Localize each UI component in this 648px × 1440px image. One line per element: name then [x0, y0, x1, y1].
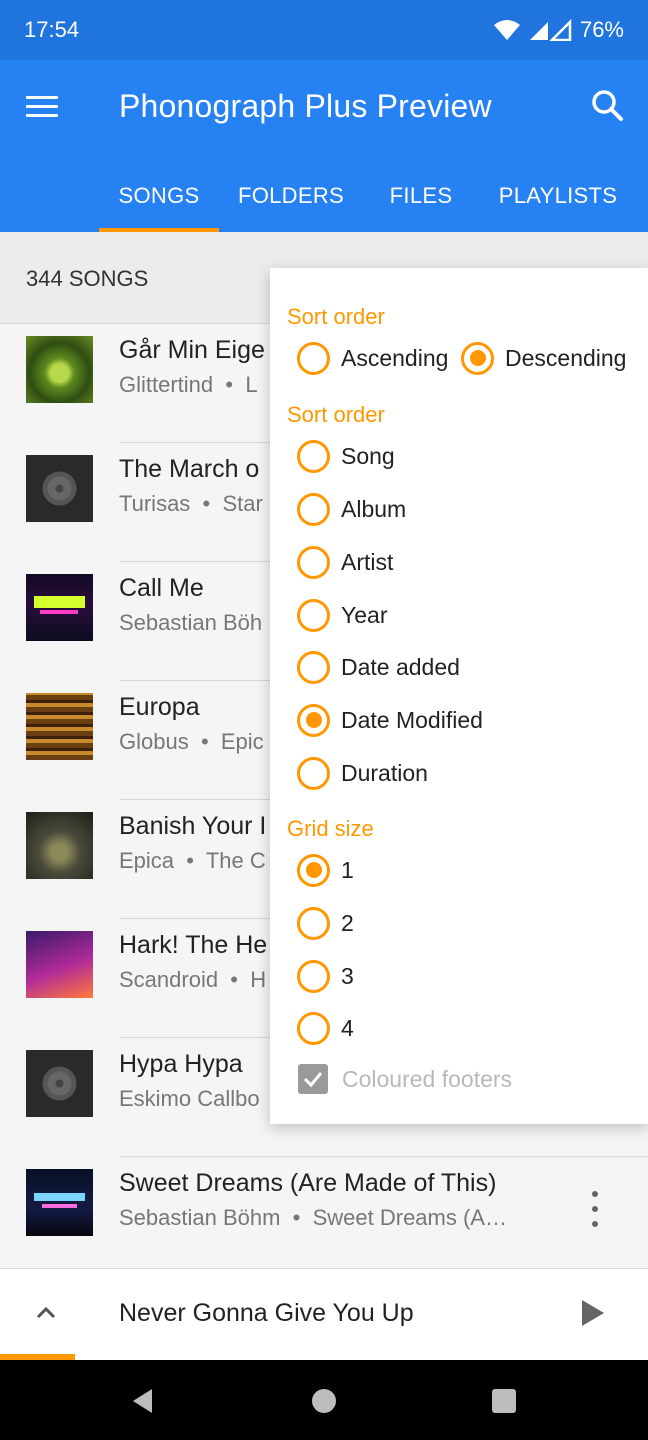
- song-title: Hypa Hypa: [119, 1050, 243, 1078]
- chevron-up-icon[interactable]: [32, 1299, 60, 1327]
- radio-label: Duration: [341, 759, 428, 786]
- album-art: [26, 1169, 93, 1236]
- wifi-icon: [493, 19, 520, 41]
- home-icon[interactable]: [309, 1386, 339, 1416]
- song-title: Går Min Eige: [119, 336, 265, 364]
- radio-button[interactable]: [297, 492, 330, 526]
- radio-button[interactable]: [297, 439, 330, 473]
- app-title: Phonograph Plus Preview: [119, 88, 492, 124]
- cell-signal-icon: [528, 19, 572, 41]
- radio-grid-3[interactable]: 3: [297, 956, 354, 996]
- section-sort-by: Sort order: [287, 402, 385, 427]
- system-nav-bar: [0, 1360, 648, 1440]
- checkbox-coloured-footers: Coloured footers: [298, 1064, 512, 1094]
- back-icon[interactable]: [128, 1386, 158, 1416]
- radio-button[interactable]: [297, 545, 330, 579]
- album-art: [26, 574, 93, 641]
- radio-sort-album[interactable]: Album: [297, 489, 406, 529]
- song-title: Call Me: [119, 574, 204, 602]
- song-subtitle: Scandroid • H: [119, 967, 267, 992]
- status-bar: 17:54 76%: [0, 0, 648, 60]
- search-icon[interactable]: [590, 88, 630, 128]
- radio-descending[interactable]: Descending: [461, 338, 626, 378]
- status-time: 17:54: [24, 17, 80, 42]
- song-subtitle: Turisas • Star: [119, 491, 263, 516]
- radio-sort-date-added[interactable]: Date added: [297, 647, 460, 687]
- song-title: Banish Your I: [119, 812, 267, 840]
- battery-level: 76%: [579, 17, 624, 42]
- radio-grid-1[interactable]: 1: [297, 850, 354, 890]
- play-icon[interactable]: [576, 1297, 608, 1329]
- radio-sort-date-modified[interactable]: Date Modified: [297, 700, 483, 740]
- radio-label: 4: [341, 1014, 354, 1041]
- section-grid-size: Grid size: [287, 816, 374, 841]
- radio-sort-artist[interactable]: Artist: [297, 542, 393, 582]
- radio-sort-duration[interactable]: Duration: [297, 753, 428, 793]
- song-subtitle: Sebastian Böhm • Sweet Dreams (A…: [119, 1205, 507, 1230]
- radio-button[interactable]: [297, 1011, 330, 1045]
- section-sort-direction: Sort order: [287, 304, 385, 329]
- song-title: Hark! The He: [119, 931, 268, 959]
- radio-grid-4[interactable]: 4: [297, 1008, 354, 1048]
- radio-sort-year[interactable]: Year: [297, 595, 387, 635]
- now-playing-bar[interactable]: Never Gonna Give You Up: [0, 1268, 648, 1360]
- radio-button[interactable]: [297, 959, 330, 993]
- checkbox-label: Coloured footers: [342, 1065, 513, 1092]
- tab-songs[interactable]: SONGS: [99, 160, 219, 232]
- checkbox-checked-icon: [298, 1064, 328, 1094]
- radio-label: Descending: [505, 344, 627, 371]
- tab-bar: SONGS FOLDERS FILES PLAYLISTS: [0, 160, 648, 232]
- radio-label: Album: [341, 495, 407, 522]
- radio-grid-2[interactable]: 2: [297, 903, 354, 943]
- tab-folders[interactable]: FOLDERS: [232, 160, 350, 232]
- radio-button-checked[interactable]: [461, 341, 494, 375]
- song-title: The March o: [119, 455, 260, 483]
- album-art-placeholder: [26, 455, 93, 522]
- radio-label: Ascending: [341, 344, 449, 371]
- song-row[interactable]: Sweet Dreams (Are Made of This) Sebastia…: [0, 1157, 648, 1268]
- album-art-placeholder: [26, 1050, 93, 1117]
- radio-ascending[interactable]: Ascending: [297, 338, 448, 378]
- radio-label: 1: [341, 856, 354, 883]
- album-art: [26, 931, 93, 998]
- more-options-icon[interactable]: [585, 1191, 605, 1227]
- radio-button-checked[interactable]: [297, 703, 330, 737]
- radio-label: Year: [341, 601, 388, 628]
- album-art: [26, 336, 93, 403]
- app-bar: Phonograph Plus Preview SONGS FOLDERS FI…: [0, 60, 648, 232]
- radio-button-checked[interactable]: [297, 853, 330, 887]
- album-art: [26, 693, 93, 760]
- radio-label: Date Modified: [341, 706, 483, 733]
- song-count: 344 SONGS: [26, 266, 149, 291]
- song-subtitle: Globus • Epic: [119, 729, 264, 754]
- radio-label: Date added: [341, 653, 460, 680]
- radio-button[interactable]: [297, 341, 330, 375]
- sort-popup-menu: Sort order Ascending Descending Sort ord…: [270, 268, 648, 1124]
- radio-label: Song: [341, 442, 395, 469]
- song-subtitle: Eskimo Callbo: [119, 1086, 260, 1111]
- tab-playlists[interactable]: PLAYLISTS: [494, 160, 622, 232]
- radio-button[interactable]: [297, 650, 330, 684]
- now-playing-title: Never Gonna Give You Up: [119, 1299, 414, 1327]
- radio-label: Artist: [341, 548, 394, 575]
- song-title: Europa: [119, 693, 200, 721]
- radio-button[interactable]: [297, 598, 330, 632]
- radio-label: 2: [341, 909, 354, 936]
- song-subtitle: Glittertind • L: [119, 372, 258, 397]
- tab-files[interactable]: FILES: [384, 160, 458, 232]
- radio-sort-song[interactable]: Song: [297, 436, 395, 476]
- song-subtitle: Epica • The C: [119, 848, 266, 873]
- album-art: [26, 812, 93, 879]
- radio-button[interactable]: [297, 906, 330, 940]
- song-title: Sweet Dreams (Are Made of This): [119, 1169, 497, 1197]
- menu-icon[interactable]: [26, 90, 66, 130]
- radio-label: 3: [341, 962, 354, 989]
- recents-icon[interactable]: [489, 1386, 519, 1416]
- song-subtitle: Sebastian Böh: [119, 610, 263, 635]
- radio-button[interactable]: [297, 756, 330, 790]
